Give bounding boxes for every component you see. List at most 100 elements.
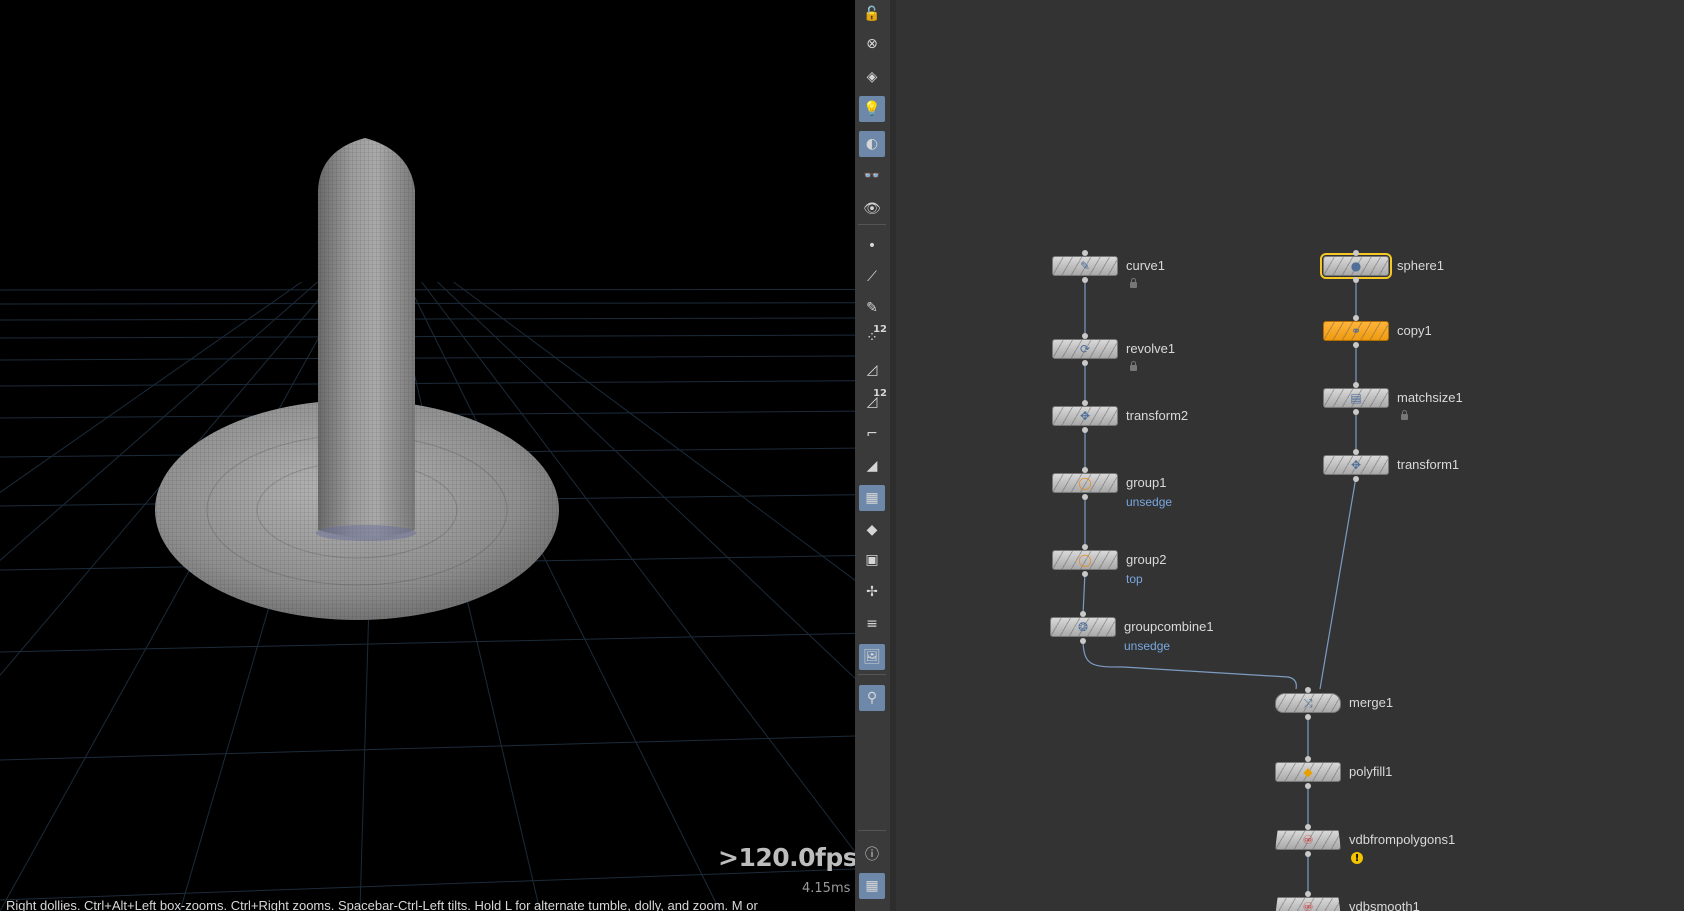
node-transform1[interactable]: ✥ [1323, 455, 1389, 475]
group-icon: ◯ [1078, 553, 1092, 567]
node-connector[interactable] [1082, 467, 1088, 473]
node-label: matchsize1 [1397, 390, 1463, 405]
node-label: sphere1 [1397, 258, 1444, 273]
node-connector[interactable] [1082, 333, 1088, 339]
checker-sphere-icon[interactable]: ◐ [859, 131, 885, 157]
uv-map-icon[interactable]: ▣ [859, 547, 885, 573]
light-pin-icon[interactable]: ◈ [859, 64, 885, 90]
sphere-icon: ● [1350, 259, 1362, 273]
axis-icon[interactable]: ✢ [859, 579, 885, 605]
viewport-hint-text: Right dollies. Ctrl+Alt+Left box-zooms. … [6, 898, 758, 911]
node-connector[interactable] [1305, 783, 1311, 789]
node-connector[interactable] [1080, 638, 1086, 644]
node-connector[interactable] [1305, 891, 1311, 897]
checker-texture-icon[interactable]: ▦ [859, 485, 885, 511]
merge-icon: ⤨ [1303, 696, 1313, 710]
fps-readout: >120.0fps [718, 843, 855, 872]
info-icon[interactable]: ⓘ [859, 841, 885, 867]
lightbulb-icon[interactable]: 💡 [859, 96, 885, 122]
node-merge1[interactable]: ⤨ [1275, 693, 1341, 713]
prim-display-icon[interactable]: ◿ [859, 357, 885, 383]
node-label: copy1 [1397, 323, 1432, 338]
network-editor[interactable]: ✎ curve1 ⟳ revolve1 ✥ transform2 ◯ group1 unsedg… [896, 0, 1684, 911]
grid-layout-icon[interactable]: ▦ [859, 873, 885, 899]
scene-viewport[interactable]: >120.0fps 4.15ms Right dollies. Ctrl+Alt… [0, 0, 855, 911]
vdb-icon: ♾ [1302, 900, 1314, 911]
node-label: transform1 [1397, 457, 1460, 472]
node-groupcombine1[interactable]: ❂ [1050, 617, 1116, 637]
viewport-3d-scene[interactable] [0, 0, 855, 911]
node-label: group2 [1126, 552, 1167, 567]
polyfill-icon: ◆ [1303, 765, 1313, 779]
warning-icon[interactable]: ! [1351, 852, 1363, 864]
prim-numbers-icon[interactable]: ◿ 12 [859, 388, 887, 415]
node-connector[interactable] [1082, 544, 1088, 550]
node-connector[interactable] [1305, 851, 1311, 857]
frame-time-readout: 4.15ms [802, 881, 851, 896]
transform-icon: ✥ [1079, 409, 1091, 423]
group-icon: ◯ [1078, 476, 1092, 490]
node-sphere1[interactable]: ● [1320, 253, 1392, 279]
node-copy1[interactable]: ⚭ [1323, 321, 1389, 341]
node-connector[interactable] [1082, 427, 1088, 433]
node-connector[interactable] [1353, 382, 1359, 388]
node-vdbsmooth1[interactable]: ♾ [1275, 897, 1341, 911]
eye-glasses-icon[interactable]: 👓 [859, 163, 885, 189]
node-connector[interactable] [1305, 714, 1311, 720]
node-connector[interactable] [1080, 611, 1086, 617]
node-label: vdbfrompolygons1 [1349, 832, 1456, 847]
node-matchsize1[interactable]: ▤ [1323, 388, 1389, 408]
node-connector[interactable] [1305, 824, 1311, 830]
node-label: group1 [1126, 475, 1167, 490]
node-label: transform2 [1126, 408, 1189, 423]
wire-group2-groupcombine1 [1082, 571, 1086, 616]
node-connector[interactable] [1082, 250, 1088, 256]
wedge-icon[interactable]: ◢ [859, 453, 885, 479]
node-connector[interactable] [1082, 494, 1088, 500]
copy-icon: ⚭ [1350, 324, 1362, 338]
point-icon[interactable]: • [859, 233, 885, 259]
location-pin-icon[interactable]: ⚲ [859, 685, 885, 711]
node-revolve1[interactable]: ⟳ [1052, 339, 1118, 359]
node-polyfill1[interactable]: ◆ [1275, 762, 1341, 782]
wire-groupcombine1-merge1 [1082, 638, 1297, 690]
eye-camera-icon[interactable]: 👁 [859, 196, 885, 222]
node-connector[interactable] [1353, 277, 1359, 283]
lock-icon [1130, 361, 1137, 371]
node-label: groupcombine1 [1124, 619, 1214, 634]
node-connector[interactable] [1082, 400, 1088, 406]
vdb-icon: ♾ [1302, 833, 1314, 847]
menu-circle-icon[interactable]: ≡ [859, 611, 885, 637]
viewport-display-toolbar: 🔓 ⊗ ◈ 💡 ◐ 👓 👁 • ⟋ ✎ ⁘ 12 ◿ ◿ 12 ⌐ ◢ ▦ ◆ ▣ ✢ ≡ 🖼 ⚲ ⓘ ▦ [855, 0, 891, 911]
node-label: vdbsmooth1 [1349, 899, 1420, 911]
lock-icon [1130, 278, 1137, 288]
node-connector[interactable] [1353, 409, 1359, 415]
node-vdbfrompolygons1[interactable]: ♾ [1275, 830, 1341, 850]
node-connector[interactable] [1353, 342, 1359, 348]
background-image-icon[interactable]: 🖼 [859, 644, 885, 670]
node-group1[interactable]: ◯ [1052, 473, 1118, 493]
diamond-icon[interactable]: ◆ [859, 517, 885, 543]
lock-icon [1401, 410, 1408, 420]
node-connector[interactable] [1353, 315, 1359, 321]
point-numbers-icon[interactable]: ⁘ 12 [859, 324, 887, 351]
node-curve1[interactable]: ✎ [1052, 256, 1118, 276]
node-connector[interactable] [1353, 449, 1359, 455]
close-circle-icon[interactable]: ⊗ [859, 31, 885, 57]
node-connector[interactable] [1082, 277, 1088, 283]
lock-icon[interactable]: 🔓 [859, 1, 885, 27]
node-transform2[interactable]: ✥ [1052, 406, 1118, 426]
curve-icon: ✎ [1079, 259, 1091, 273]
brush-icon[interactable]: ⟋ [859, 264, 885, 290]
node-connector[interactable] [1353, 476, 1359, 482]
node-connector[interactable] [1082, 360, 1088, 366]
node-connector[interactable] [1082, 571, 1088, 577]
node-group2[interactable]: ◯ [1052, 550, 1118, 570]
revolve-icon: ⟳ [1079, 342, 1091, 356]
node-connector[interactable] [1305, 756, 1311, 762]
normals-icon[interactable]: ⌐ [859, 421, 885, 447]
node-connector[interactable] [1305, 687, 1311, 693]
node-label: curve1 [1126, 258, 1166, 273]
node-connector[interactable] [1353, 250, 1359, 256]
pen-icon[interactable]: ✎ [859, 295, 885, 321]
